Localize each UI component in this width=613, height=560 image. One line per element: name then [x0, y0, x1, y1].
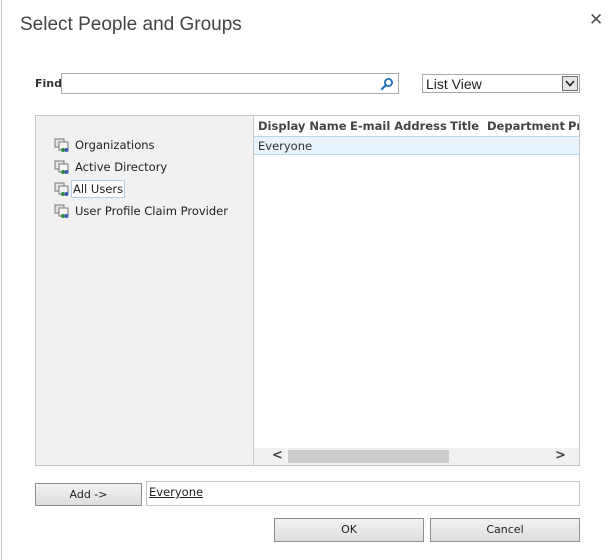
results-list: Display Name E-mail Address Title Depart…	[254, 116, 579, 465]
tree-item-all-users[interactable]: All Users	[54, 180, 126, 198]
search-icon[interactable]	[380, 77, 394, 91]
find-field[interactable]	[61, 73, 399, 95]
add-button[interactable]: Add ->	[35, 483, 142, 506]
view-select[interactable]: List View	[422, 74, 580, 93]
column-header-email[interactable]: E-mail Address	[350, 119, 447, 133]
selected-entity[interactable]: Everyone	[149, 485, 203, 499]
tree-item-active-directory[interactable]: Active Directory	[54, 158, 168, 176]
ok-button[interactable]: OK	[274, 518, 424, 542]
column-header-more[interactable]: Pr	[568, 119, 579, 133]
column-header-title[interactable]: Title	[450, 119, 479, 133]
tree-item-label: Organizations	[75, 138, 155, 152]
chevron-down-icon[interactable]	[562, 76, 578, 91]
column-header-display-name[interactable]: Display Name	[258, 119, 347, 133]
directory-group-icon	[54, 182, 69, 196]
directory-group-icon	[54, 204, 69, 218]
tree-item-label: User Profile Claim Provider	[75, 204, 228, 218]
horizontal-scrollbar[interactable]: < >	[254, 448, 579, 465]
cancel-button[interactable]: Cancel	[430, 518, 580, 542]
dialog-title: Select People and Groups	[20, 14, 242, 35]
view-select-value: List View	[426, 76, 482, 92]
close-icon[interactable]: ✕	[589, 10, 603, 30]
picker-panel: Organizations Active Directory All Users	[35, 115, 580, 466]
scroll-left-icon[interactable]: <	[272, 448, 283, 463]
find-label: Find	[35, 77, 62, 90]
directory-group-icon	[54, 160, 69, 174]
tree-item-label: Active Directory	[75, 160, 168, 174]
tree-item-organizations[interactable]: Organizations	[54, 136, 156, 154]
scrollbar-thumb[interactable]	[288, 450, 449, 463]
column-header-department[interactable]: Department	[487, 119, 565, 133]
selected-entities-field[interactable]: Everyone	[146, 481, 580, 506]
table-row[interactable]: Everyone	[254, 136, 579, 155]
cell-display-name: Everyone	[258, 139, 313, 153]
provider-tree: Organizations Active Directory All Users	[36, 116, 254, 465]
scroll-right-icon[interactable]: >	[555, 448, 566, 463]
tree-item-label: All Users	[71, 180, 126, 198]
directory-group-icon	[54, 138, 69, 152]
find-input[interactable]	[62, 75, 380, 95]
tree-item-user-profile-claim-provider[interactable]: User Profile Claim Provider	[54, 202, 229, 220]
dialog-left-border	[1, 0, 2, 560]
